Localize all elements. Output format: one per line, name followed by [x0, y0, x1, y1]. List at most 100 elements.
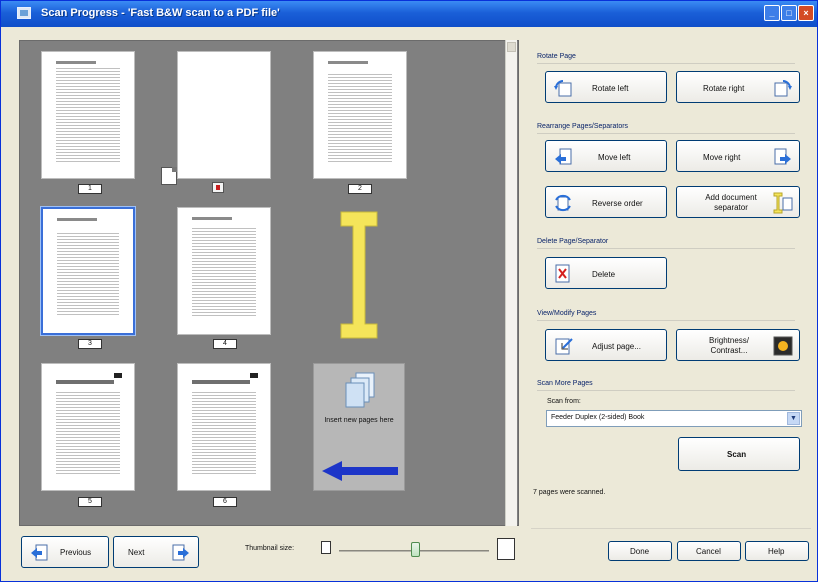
page-heading: [192, 217, 232, 220]
move-right-label: Move right: [703, 153, 741, 162]
delete-button[interactable]: Delete: [545, 257, 667, 289]
previous-label: Previous: [60, 548, 92, 557]
section-divider: [537, 320, 795, 321]
cancel-label: Cancel: [696, 547, 721, 556]
blank-page-icon: [161, 167, 177, 185]
page-text-lines: [57, 231, 119, 317]
section-divider: [537, 390, 795, 391]
scan-more-section-title: Scan More Pages: [537, 380, 593, 387]
page-number-label: 1: [78, 184, 102, 194]
page-text-lines: [192, 390, 256, 474]
page-thumbnail-4[interactable]: [177, 207, 271, 335]
move-left-label: Move left: [598, 153, 631, 162]
page-logo-mark: [250, 373, 258, 378]
page-heading: [56, 61, 96, 64]
large-thumbnail-icon: [497, 538, 515, 560]
page-heading: [328, 61, 368, 64]
rearrange-section-title: Rearrange Pages/Separators: [537, 123, 629, 130]
scan-button[interactable]: Scan: [678, 437, 800, 471]
reverse-order-icon: [555, 194, 571, 212]
page-heading: [56, 380, 114, 384]
adjust-page-icon: [555, 338, 573, 355]
view-modify-section-title: View/Modify Pages: [537, 310, 597, 317]
page-number-label: 3: [78, 339, 102, 349]
section-divider: [537, 133, 795, 134]
done-button[interactable]: Done: [608, 541, 672, 561]
scan-from-dropdown[interactable]: Feeder Duplex (2-sided) Book ▼: [546, 410, 802, 427]
page-thumbnail-5[interactable]: [41, 363, 135, 491]
rotate-left-icon: [554, 80, 572, 97]
page-thumbnail-6[interactable]: [177, 363, 271, 491]
section-divider: [537, 248, 795, 249]
window-title: Scan Progress - 'Fast B&W scan to a PDF …: [41, 7, 280, 19]
done-label: Done: [630, 547, 650, 556]
scan-label: Scan: [727, 450, 747, 459]
rotate-section-title: Rotate Page: [537, 53, 576, 60]
title-bar[interactable]: Scan Progress - 'Fast B&W scan to a PDF …: [1, 1, 817, 27]
minimize-button[interactable]: _: [764, 5, 780, 21]
delete-page-icon: [555, 264, 570, 283]
scan-status-text: 7 pages were scanned.: [533, 489, 606, 496]
insert-pages-label: Insert new pages here: [324, 417, 394, 424]
page-thumbnail-1[interactable]: [41, 51, 135, 179]
brightness-contrast-button[interactable]: Brightness/ Contrast...: [676, 329, 800, 361]
delete-label: Delete: [592, 270, 616, 279]
thumbnail-scrollbar[interactable]: [505, 40, 517, 526]
page-heading: [57, 218, 97, 221]
move-right-button[interactable]: Move right: [676, 140, 800, 172]
reverse-order-button[interactable]: Reverse order: [545, 186, 667, 218]
next-page-icon: [172, 544, 189, 561]
chevron-down-icon[interactable]: ▼: [787, 412, 800, 425]
rotate-left-button[interactable]: Rotate left: [545, 71, 667, 103]
help-label: Help: [768, 547, 785, 556]
add-separator-label: Add document separator: [705, 193, 757, 212]
rotate-right-button[interactable]: Rotate right: [676, 71, 800, 103]
thumbnail-size-label: Thumbnail size:: [245, 545, 295, 552]
help-button[interactable]: Help: [745, 541, 809, 561]
move-left-icon: [555, 148, 572, 165]
scanner-app-icon: [17, 7, 31, 19]
add-separator-button[interactable]: Add document separator: [676, 186, 800, 218]
move-right-icon: [774, 148, 791, 165]
scan-from-label: Scan from:: [547, 398, 581, 405]
reverse-order-label: Reverse order: [592, 199, 643, 208]
footer-divider: [531, 528, 811, 529]
thumbnail-size-slider-knob[interactable]: [411, 542, 420, 557]
page-number-label: 5: [78, 497, 102, 507]
insert-pages-icon: [345, 372, 375, 408]
insert-new-pages-tile[interactable]: Insert new pages here: [313, 363, 405, 491]
rotate-right-label: Rotate right: [703, 84, 745, 93]
page-text-lines: [56, 390, 120, 474]
page-heading: [192, 380, 250, 384]
cancel-button[interactable]: Cancel: [677, 541, 741, 561]
scan-from-value: Feeder Duplex (2-sided) Book: [551, 414, 645, 421]
section-divider: [537, 63, 795, 64]
rotate-right-icon: [774, 80, 792, 97]
page-text-lines: [56, 66, 120, 162]
brightness-icon: [773, 336, 793, 356]
page-number-label: 6: [213, 497, 237, 507]
move-left-button[interactable]: Move left: [545, 140, 667, 172]
document-separator-icon[interactable]: [340, 211, 378, 339]
previous-button[interactable]: Previous: [21, 536, 109, 568]
delete-section-title: Delete Page/Separator: [537, 238, 609, 245]
add-separator-icon: [773, 192, 793, 214]
maximize-button[interactable]: □: [781, 5, 797, 21]
page-thumbnail-2[interactable]: [313, 51, 407, 179]
next-button[interactable]: Next: [113, 536, 199, 568]
previous-page-icon: [31, 544, 48, 561]
blank-page-thumbnail[interactable]: [177, 51, 271, 179]
small-thumbnail-icon: [321, 541, 331, 554]
adjust-page-button[interactable]: Adjust page...: [545, 329, 667, 361]
page-logo-mark: [114, 373, 122, 378]
page-number-label: 2: [348, 184, 372, 194]
adjust-page-label: Adjust page...: [592, 342, 641, 351]
delete-marker-icon: [212, 182, 224, 193]
close-button[interactable]: ×: [798, 5, 814, 21]
page-thumbnail-3[interactable]: [41, 207, 135, 335]
rotate-left-label: Rotate left: [592, 84, 629, 93]
next-label: Next: [128, 548, 145, 557]
scrollbar-thumb[interactable]: [507, 42, 516, 52]
page-text-lines: [328, 72, 392, 162]
scan-progress-window: Scan Progress - 'Fast B&W scan to a PDF …: [0, 0, 818, 582]
